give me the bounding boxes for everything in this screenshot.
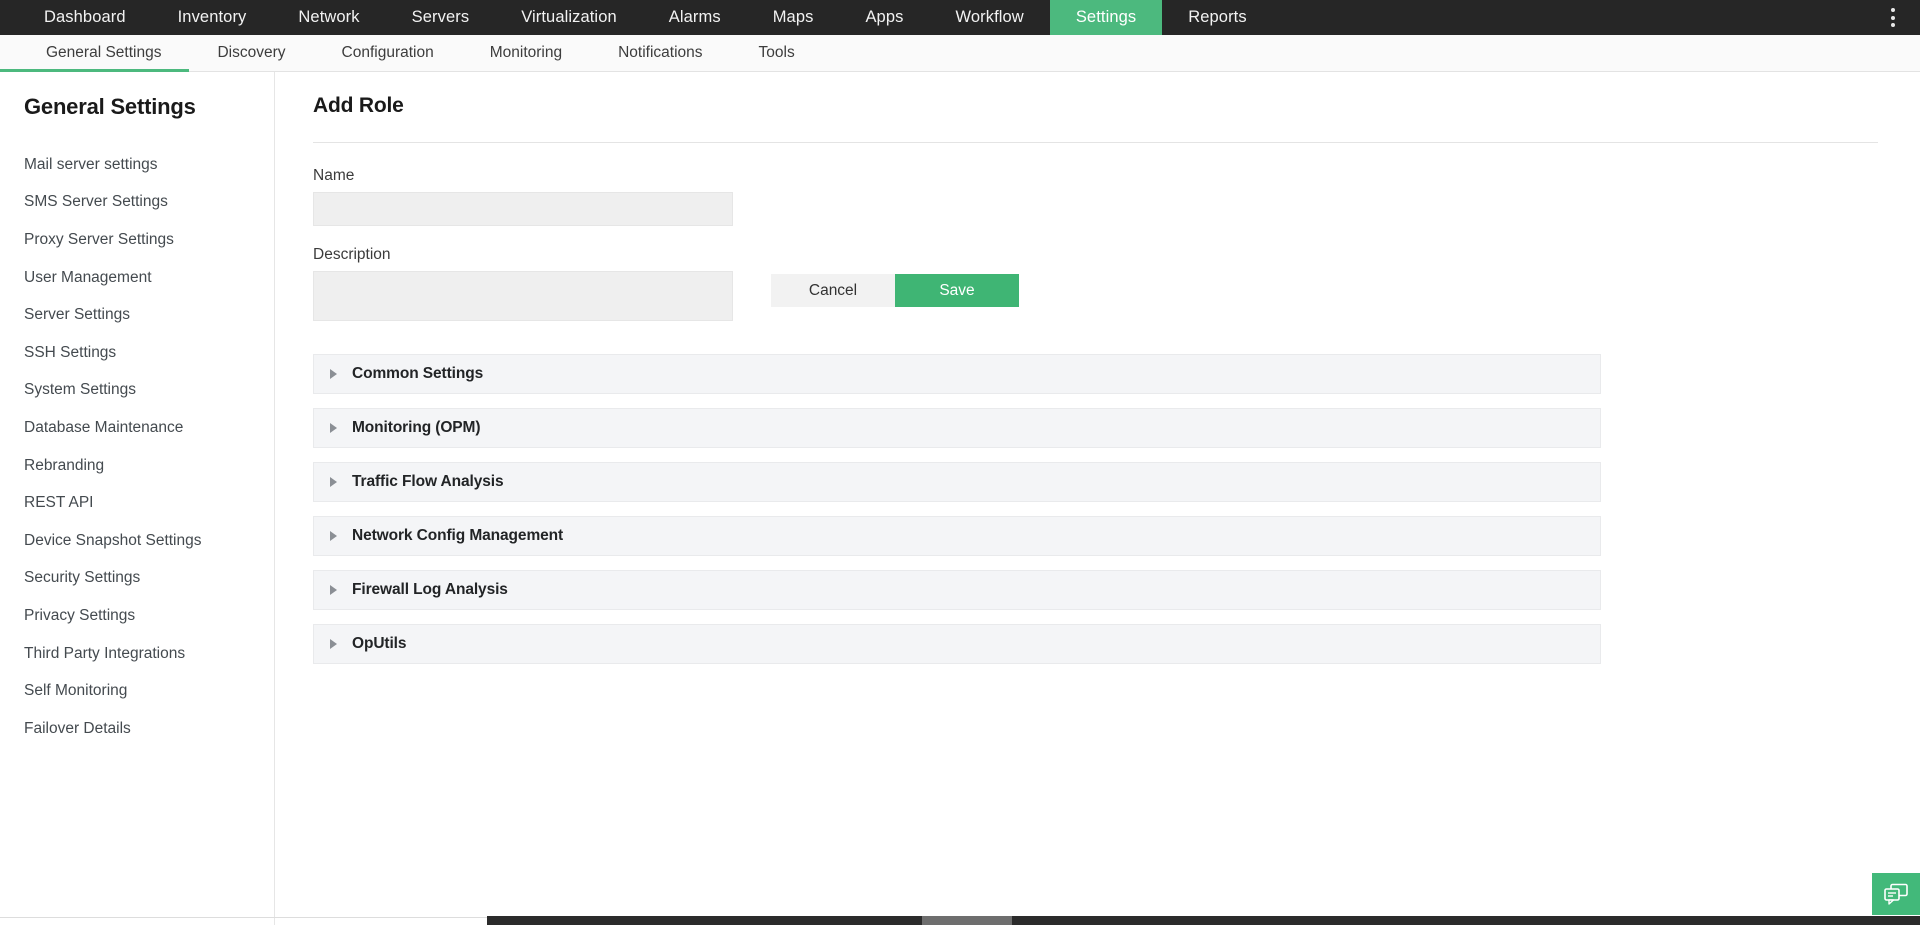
tab-label: General Settings [46, 44, 161, 62]
accordion-label: Firewall Log Analysis [352, 581, 508, 599]
accordion-firewall-log-analysis[interactable]: Firewall Log Analysis [313, 570, 1601, 610]
chevron-right-icon [330, 639, 337, 649]
topnav-label: Maps [773, 8, 814, 27]
topnav-label: Apps [865, 8, 903, 27]
sidebar-item-rebranding[interactable]: Rebranding [24, 447, 274, 485]
topnav-label: Network [298, 8, 359, 27]
topnav-item-dashboard[interactable]: Dashboard [18, 0, 152, 35]
topnav-item-alarms[interactable]: Alarms [643, 0, 747, 35]
tab-label: Monitoring [490, 44, 562, 62]
chevron-right-icon [330, 369, 337, 379]
sidebar-item-user-management[interactable]: User Management [24, 259, 274, 297]
tab-monitoring[interactable]: Monitoring [462, 35, 590, 71]
topnav-item-servers[interactable]: Servers [386, 0, 496, 35]
page-layout: General Settings Mail server settings SM… [0, 72, 1920, 925]
sidebar-item-device-snapshot-settings[interactable]: Device Snapshot Settings [24, 522, 274, 560]
tab-tools[interactable]: Tools [731, 35, 823, 71]
accordion-label: Monitoring (OPM) [352, 419, 480, 437]
topnav-item-reports[interactable]: Reports [1162, 0, 1272, 35]
save-button[interactable]: Save [895, 274, 1019, 307]
topnav-label: Settings [1076, 8, 1136, 27]
topnav-label: Dashboard [44, 8, 126, 27]
horizontal-scrollbar[interactable] [487, 916, 1920, 925]
tab-discovery[interactable]: Discovery [189, 35, 313, 71]
sidebar-item-sms-server-settings[interactable]: SMS Server Settings [24, 184, 274, 222]
topnav-item-settings[interactable]: Settings [1050, 0, 1162, 35]
accordion-common-settings[interactable]: Common Settings [313, 354, 1601, 394]
topnav-label: Alarms [669, 8, 721, 27]
kebab-dot [1891, 23, 1895, 27]
accordion-label: Network Config Management [352, 527, 563, 545]
accordion-network-config-management[interactable]: Network Config Management [313, 516, 1601, 556]
topnav-item-maps[interactable]: Maps [747, 0, 840, 35]
settings-sidebar: General Settings Mail server settings SM… [0, 72, 275, 925]
kebab-menu-icon[interactable] [1880, 0, 1906, 35]
add-role-panel: Add Role Name Description Cancel Save Co… [275, 72, 1920, 925]
sidebar-item-rest-api[interactable]: REST API [24, 484, 274, 522]
sidebar-item-proxy-server-settings[interactable]: Proxy Server Settings [24, 221, 274, 259]
sidebar-item-self-monitoring[interactable]: Self Monitoring [24, 672, 274, 710]
sidebar-item-system-settings[interactable]: System Settings [24, 372, 274, 410]
chevron-right-icon [330, 531, 337, 541]
form-action-buttons: Cancel Save [771, 274, 1019, 307]
tab-label: Tools [759, 44, 795, 62]
accordion-oputils[interactable]: OpUtils [313, 624, 1601, 664]
chevron-right-icon [330, 585, 337, 595]
chevron-right-icon [330, 477, 337, 487]
sidebar-item-ssh-settings[interactable]: SSH Settings [24, 334, 274, 372]
accordion-label: Traffic Flow Analysis [352, 473, 504, 491]
topnav-item-apps[interactable]: Apps [839, 0, 929, 35]
topnav-label: Servers [412, 8, 470, 27]
sidebar-item-third-party-integrations[interactable]: Third Party Integrations [24, 635, 274, 673]
page-title: Add Role [313, 94, 1878, 118]
tab-label: Notifications [618, 44, 702, 62]
kebab-dot [1891, 16, 1895, 20]
kebab-dot [1891, 8, 1895, 12]
topnav-item-network[interactable]: Network [272, 0, 385, 35]
sidebar-list: Mail server settings SMS Server Settings… [24, 146, 274, 748]
topnav-item-inventory[interactable]: Inventory [152, 0, 273, 35]
settings-tab-bar: General Settings Discovery Configuration… [0, 35, 1920, 72]
title-divider [313, 142, 1878, 143]
chat-bubbles-icon [1883, 883, 1909, 905]
chat-support-button[interactable] [1872, 873, 1920, 915]
tab-configuration[interactable]: Configuration [314, 35, 462, 71]
scrollbar-thumb[interactable] [922, 916, 1012, 925]
topnav-item-workflow[interactable]: Workflow [929, 0, 1049, 35]
topnav-label: Workflow [955, 8, 1023, 27]
permission-sections: Common Settings Monitoring (OPM) Traffic… [313, 354, 1878, 664]
name-label: Name [313, 167, 1878, 185]
topnav-item-virtualization[interactable]: Virtualization [495, 0, 643, 35]
sidebar-item-database-maintenance[interactable]: Database Maintenance [24, 409, 274, 447]
topnav-label: Reports [1188, 8, 1246, 27]
tab-notifications[interactable]: Notifications [590, 35, 730, 71]
sidebar-item-mail-server-settings[interactable]: Mail server settings [24, 146, 274, 184]
name-field-group: Name [313, 167, 1878, 226]
cancel-button[interactable]: Cancel [771, 274, 895, 307]
accordion-traffic-flow-analysis[interactable]: Traffic Flow Analysis [313, 462, 1601, 502]
tab-label: Configuration [342, 44, 434, 62]
sidebar-item-privacy-settings[interactable]: Privacy Settings [24, 597, 274, 635]
sidebar-title: General Settings [24, 94, 274, 120]
accordion-monitoring-opm[interactable]: Monitoring (OPM) [313, 408, 1601, 448]
chevron-right-icon [330, 423, 337, 433]
tab-label: Discovery [217, 44, 285, 62]
top-navigation-bar: Dashboard Inventory Network Servers Virt… [0, 0, 1920, 35]
description-label: Description [313, 246, 1878, 264]
tab-general-settings[interactable]: General Settings [18, 35, 189, 71]
topnav-label: Virtualization [521, 8, 617, 27]
sidebar-item-failover-details[interactable]: Failover Details [24, 710, 274, 748]
sidebar-item-security-settings[interactable]: Security Settings [24, 560, 274, 598]
role-description-input[interactable] [313, 271, 733, 321]
page-bottom-edge [0, 917, 487, 918]
description-field-group: Description Cancel Save [313, 246, 1878, 321]
topnav-label: Inventory [178, 8, 247, 27]
accordion-label: Common Settings [352, 365, 483, 383]
accordion-label: OpUtils [352, 635, 406, 653]
role-name-input[interactable] [313, 192, 733, 226]
sidebar-item-server-settings[interactable]: Server Settings [24, 296, 274, 334]
